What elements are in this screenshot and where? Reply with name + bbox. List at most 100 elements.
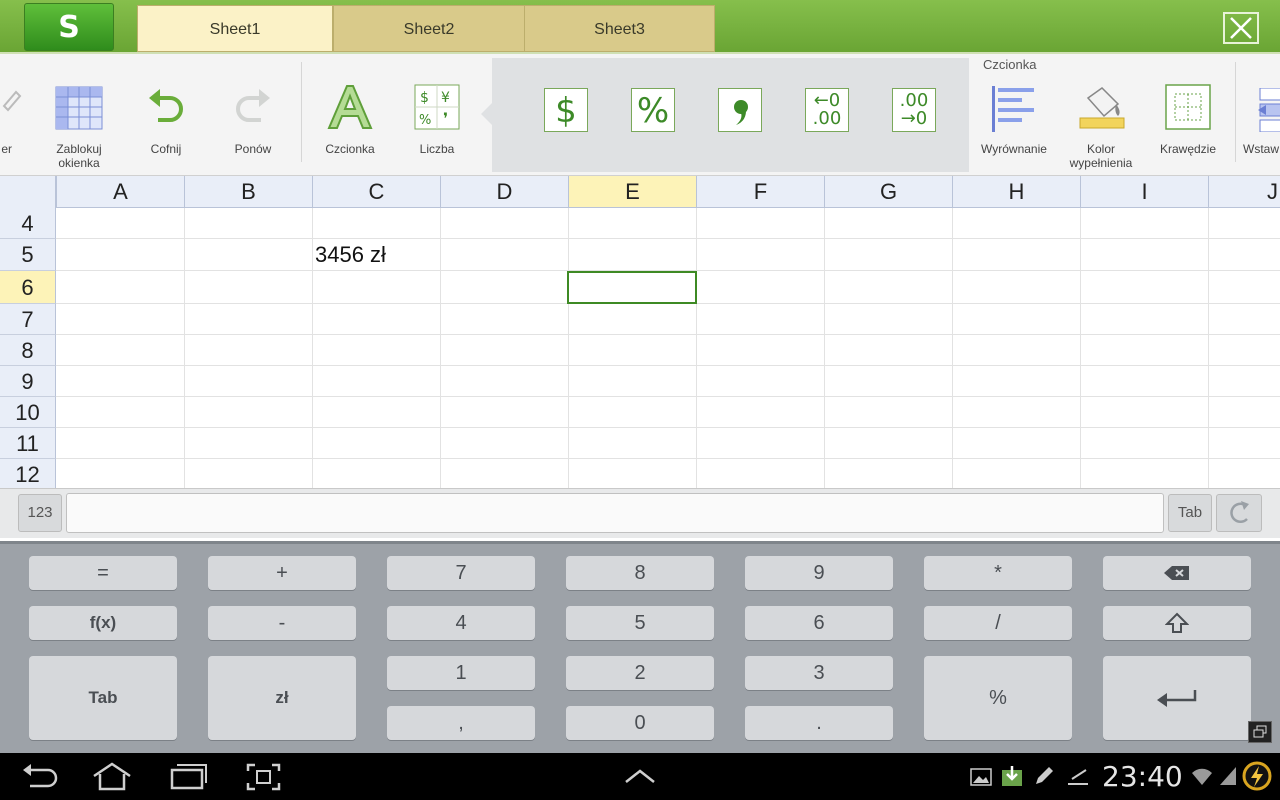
ribbon-toolbar: er Zablokuj okienka Cofnij Ponów Czcionk… <box>0 54 1280 176</box>
key-multiply[interactable]: * <box>924 556 1072 590</box>
column-header-f[interactable]: F <box>696 176 824 207</box>
key-comma[interactable]: , <box>387 706 535 740</box>
key-1[interactable]: 1 <box>387 656 535 690</box>
key-8[interactable]: 8 <box>566 556 714 590</box>
formula-refresh-button[interactable] <box>1216 494 1262 532</box>
fill-color-button[interactable]: Kolor wypełnienia <box>1062 54 1140 176</box>
column-headers: A B C D E F G H I J <box>0 176 1280 208</box>
freeze-panes-button[interactable]: Zablokuj okienka <box>40 54 118 176</box>
screenshot-icon[interactable] <box>245 762 285 792</box>
font-letter-icon <box>327 85 373 129</box>
column-header-h[interactable]: H <box>952 176 1080 207</box>
ribbon-divider <box>301 62 302 162</box>
font-button[interactable]: Czcionka <box>311 54 389 176</box>
cell-c5[interactable]: 3456 zł <box>315 239 386 270</box>
title-bar: S Sheet1 Sheet2 Sheet3 <box>0 0 1280 54</box>
redo-button[interactable]: Ponów <box>214 54 292 176</box>
gallery-notification-icon <box>970 768 992 786</box>
key-divide[interactable]: / <box>924 606 1072 640</box>
undo-button[interactable]: Cofnij <box>127 54 205 176</box>
number-format-button[interactable]: $ ¥ % ❜ Liczba <box>398 54 476 176</box>
row-header-9[interactable]: 9 <box>0 366 56 397</box>
percent-format-button[interactable]: % <box>631 88 675 132</box>
row-header-7[interactable]: 7 <box>0 304 56 335</box>
close-button[interactable] <box>1223 12 1259 44</box>
tab-sheet3[interactable]: Sheet3 <box>524 5 715 52</box>
key-currency[interactable]: zł <box>208 656 356 740</box>
back-icon[interactable] <box>20 762 60 792</box>
row-header-12[interactable]: 12 <box>0 459 56 490</box>
key-3[interactable]: 3 <box>745 656 893 690</box>
logo-letter: S <box>58 10 80 45</box>
column-header-g[interactable]: G <box>824 176 952 207</box>
pen-notification-icon <box>1036 767 1053 784</box>
fill-label-2: wypełnienia <box>1069 156 1133 170</box>
column-header-d[interactable]: D <box>440 176 568 207</box>
font-label: Czcionka <box>325 142 375 156</box>
grid-line <box>696 208 697 490</box>
key-tab[interactable]: Tab <box>29 656 177 740</box>
column-header-i[interactable]: I <box>1080 176 1208 207</box>
row-header-4[interactable]: 4 <box>0 208 56 239</box>
column-header-j[interactable]: J <box>1208 176 1280 207</box>
key-minus[interactable]: - <box>208 606 356 640</box>
undo-label: Cofnij <box>150 142 182 156</box>
key-0[interactable]: 0 <box>566 706 714 740</box>
home-icon[interactable] <box>90 762 134 792</box>
formula-bar: 123 Tab <box>0 488 1280 538</box>
row-header-11[interactable]: 11 <box>0 428 56 459</box>
currency-format-button[interactable]: $ <box>544 88 588 132</box>
chevron-up-icon[interactable] <box>622 766 658 786</box>
download-notification-icon <box>1002 766 1022 786</box>
increase-decimal-button[interactable]: ←0 .00 <box>805 88 849 132</box>
row-header-6[interactable]: 6 <box>0 271 56 304</box>
key-4[interactable]: 4 <box>387 606 535 640</box>
key-2[interactable]: 2 <box>566 656 714 690</box>
key-plus[interactable]: + <box>208 556 356 590</box>
wifi-icon <box>1192 768 1212 785</box>
keyboard-resize-button[interactable] <box>1248 721 1272 743</box>
grid-line <box>312 208 313 490</box>
recent-apps-icon[interactable] <box>168 762 208 792</box>
insert-button[interactable]: Wstaw <box>1240 54 1280 176</box>
formula-input[interactable] <box>66 493 1164 533</box>
key-backspace[interactable] <box>1103 556 1251 590</box>
row-header-8[interactable]: 8 <box>0 335 56 366</box>
row-header-5[interactable]: 5 <box>0 239 56 271</box>
borders-button[interactable]: Krawędzie <box>1149 54 1227 176</box>
alignment-button[interactable]: Wyrównanie <box>975 54 1053 176</box>
tab-sheet1[interactable]: Sheet1 <box>137 5 333 52</box>
tab-sheet2[interactable]: Sheet2 <box>333 5 525 52</box>
decrease-decimal-button[interactable]: .00 →0 <box>892 88 936 132</box>
key-9[interactable]: 9 <box>745 556 893 590</box>
column-header-e[interactable]: E <box>568 176 696 207</box>
grid-line <box>56 458 1280 459</box>
column-header-a[interactable]: A <box>56 176 184 207</box>
app-logo[interactable]: S <box>24 3 114 51</box>
key-percent[interactable]: % <box>924 656 1072 740</box>
key-7[interactable]: 7 <box>387 556 535 590</box>
column-header-c[interactable]: C <box>312 176 440 207</box>
spreadsheet-grid[interactable]: A B C D E F G H I J 4 5 6 7 8 9 10 11 12 <box>0 176 1280 490</box>
key-function[interactable]: f(x) <box>29 606 177 640</box>
number-format-panel: $ % ←0 .00 .00 →0 <box>481 58 969 172</box>
battery-charging-icon <box>1242 761 1272 791</box>
selected-cell-e6[interactable] <box>567 271 697 304</box>
key-shift[interactable] <box>1103 606 1251 640</box>
key-enter[interactable] <box>1103 656 1251 740</box>
key-5[interactable]: 5 <box>566 606 714 640</box>
comma-format-button[interactable] <box>718 88 762 132</box>
partial-tool-button[interactable]: er <box>0 54 22 176</box>
key-6[interactable]: 6 <box>745 606 893 640</box>
signal-icon <box>1220 767 1236 785</box>
comma-icon <box>734 100 748 125</box>
grid-line <box>56 238 1280 239</box>
sign-notification-icon <box>1068 769 1088 785</box>
key-dot[interactable]: . <box>745 706 893 740</box>
row-header-10[interactable]: 10 <box>0 397 56 428</box>
column-header-b[interactable]: B <box>184 176 312 207</box>
numeric-mode-button[interactable]: 123 <box>18 494 62 532</box>
select-all-corner[interactable] <box>0 176 56 208</box>
key-equals[interactable]: = <box>29 556 177 590</box>
formula-tab-button[interactable]: Tab <box>1168 494 1212 532</box>
